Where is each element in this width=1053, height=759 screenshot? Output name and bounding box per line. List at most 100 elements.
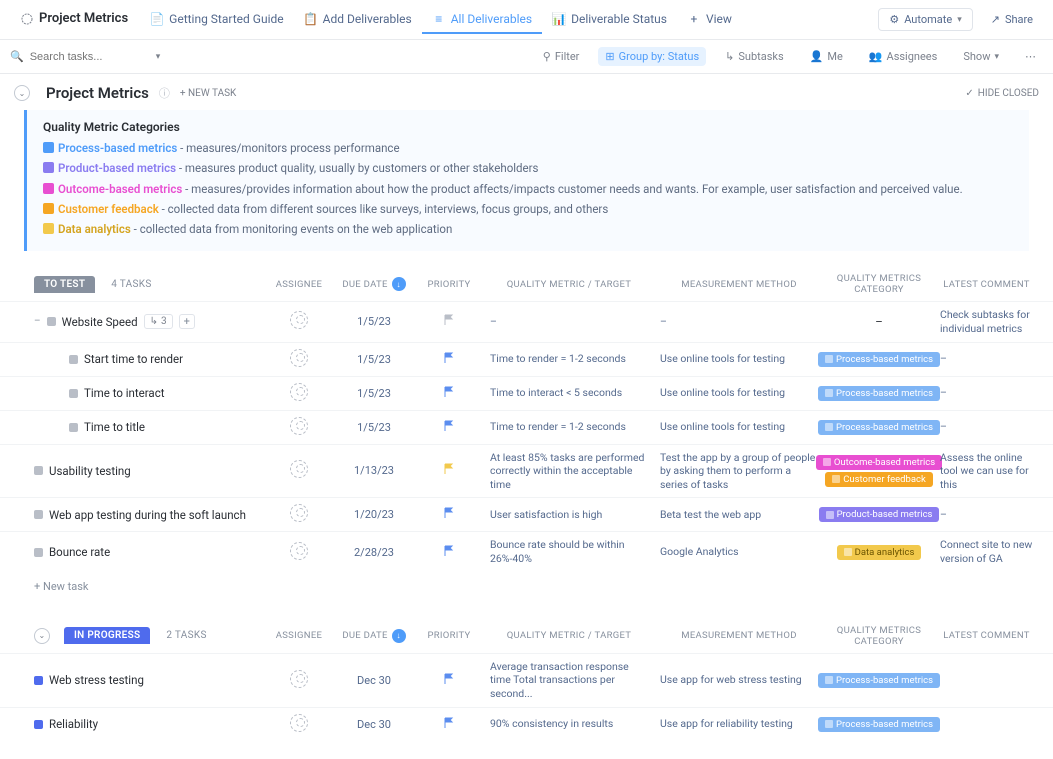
priority-cell[interactable] <box>414 507 484 522</box>
col-category[interactable]: QUALITY METRICS CATEGORY <box>824 625 934 647</box>
status-square-icon[interactable] <box>47 317 56 326</box>
category-cell[interactable]: Process-based metrics <box>824 386 934 401</box>
task-row[interactable]: – Website Speed ↳3+ 1/5/23 – – – Check s… <box>0 301 1053 341</box>
status-square-icon[interactable] <box>34 510 43 519</box>
metric-cell[interactable]: 90% consistency in results <box>484 717 654 731</box>
method-cell[interactable]: Use app for reliability testing <box>654 717 824 731</box>
method-cell[interactable]: Use online tools for testing <box>654 386 824 400</box>
category-tag[interactable]: Outcome-based metrics <box>816 455 942 470</box>
metric-cell[interactable]: User satisfaction is high <box>484 508 654 522</box>
task-row[interactable]: Web stress testing Dec 30 Average transa… <box>0 653 1053 707</box>
view-tab[interactable]: ≡All Deliverables <box>422 6 542 34</box>
view-tab[interactable]: 📄Getting Started Guide <box>140 6 293 34</box>
task-name-cell[interactable]: Web app testing during the soft launch <box>14 508 264 522</box>
status-square-icon[interactable] <box>69 423 78 432</box>
subtasks-button[interactable]: ↳Subtasks <box>718 47 791 66</box>
me-button[interactable]: 👤Me <box>803 47 850 66</box>
category-cell[interactable]: Process-based metrics <box>824 673 934 688</box>
metric-cell[interactable]: Time to render = 1-2 seconds <box>484 352 654 366</box>
task-name-cell[interactable]: Time to interact <box>14 386 264 400</box>
hide-closed-toggle[interactable]: ✓ HIDE CLOSED <box>965 88 1039 99</box>
task-row[interactable]: Time to interact 1/5/23 Time to interact… <box>0 376 1053 410</box>
category-cell[interactable]: Process-based metrics <box>824 717 934 732</box>
priority-cell[interactable] <box>414 545 484 560</box>
add-subtask-button[interactable]: + <box>179 314 195 329</box>
metric-cell[interactable]: Time to render = 1-2 seconds <box>484 420 654 434</box>
due-date-cell[interactable]: 1/5/23 <box>334 353 414 366</box>
due-date-cell[interactable]: 1/5/23 <box>334 387 414 400</box>
priority-cell[interactable] <box>414 717 484 732</box>
col-due[interactable]: DUE DATE↓ <box>334 629 414 643</box>
search-box[interactable]: 🔍 ▾ <box>10 50 536 63</box>
assignee-cell[interactable] <box>264 417 334 438</box>
col-category[interactable]: QUALITY METRICS CATEGORY <box>824 273 934 295</box>
task-name-cell[interactable]: – Website Speed ↳3+ <box>14 314 264 329</box>
priority-cell[interactable] <box>414 314 484 329</box>
assignee-cell[interactable] <box>264 670 334 691</box>
metric-cell[interactable]: Average transaction response time Total … <box>484 660 654 701</box>
task-name-cell[interactable]: Usability testing <box>14 464 264 478</box>
category-tag[interactable]: Data analytics <box>837 545 922 560</box>
category-tag[interactable]: Product-based metrics <box>819 507 940 522</box>
category-tag[interactable]: Process-based metrics <box>818 717 940 732</box>
method-cell[interactable]: – <box>654 315 824 329</box>
due-date-cell[interactable]: 1/5/23 <box>334 315 414 328</box>
groupby-button[interactable]: ⊞Group by: Status <box>598 47 706 66</box>
col-metric[interactable]: QUALITY METRIC / TARGET <box>484 279 654 290</box>
metric-cell[interactable]: – <box>484 315 654 329</box>
category-tag[interactable]: Process-based metrics <box>818 352 940 367</box>
comment-cell[interactable]: – <box>934 386 1039 400</box>
status-square-icon[interactable] <box>34 676 43 685</box>
status-square-icon[interactable] <box>34 548 43 557</box>
priority-cell[interactable] <box>414 673 484 688</box>
comment-cell[interactable]: Assess the online tool we can use for th… <box>934 451 1039 492</box>
project-title-tab[interactable]: Project Metrics <box>10 5 138 34</box>
due-date-cell[interactable]: 1/13/23 <box>334 464 414 477</box>
method-cell[interactable]: Google Analytics <box>654 545 824 559</box>
assignee-cell[interactable] <box>264 349 334 370</box>
priority-cell[interactable] <box>414 352 484 367</box>
task-name-cell[interactable]: Web stress testing <box>14 673 264 687</box>
status-group-header[interactable]: TO TEST 4 TASKS <box>14 276 264 293</box>
task-name-cell[interactable]: Bounce rate <box>14 545 264 559</box>
status-square-icon[interactable] <box>69 389 78 398</box>
due-date-cell[interactable]: Dec 30 <box>334 674 414 687</box>
due-date-cell[interactable]: Dec 30 <box>334 718 414 731</box>
col-assignee[interactable]: ASSIGNEE <box>264 279 334 290</box>
comment-cell[interactable]: – <box>934 420 1039 434</box>
category-tag[interactable]: Customer feedback <box>825 472 933 487</box>
category-cell[interactable]: Process-based metrics <box>824 352 934 367</box>
filter-button[interactable]: ⚲Filter <box>536 47 587 66</box>
task-row[interactable]: Web app testing during the soft launch 1… <box>0 497 1053 531</box>
subtask-count-badge[interactable]: ↳3 <box>144 314 173 329</box>
category-tag[interactable]: Process-based metrics <box>818 386 940 401</box>
assignee-cell[interactable] <box>264 383 334 404</box>
task-name-cell[interactable]: Reliability <box>14 717 264 731</box>
share-button[interactable]: ↗ Share <box>981 9 1043 30</box>
assignee-cell[interactable] <box>264 504 334 525</box>
priority-cell[interactable] <box>414 463 484 478</box>
col-comment[interactable]: LATEST COMMENT <box>934 630 1039 641</box>
status-pill[interactable]: IN PROGRESS <box>64 627 150 644</box>
metric-cell[interactable]: At least 85% tasks are performed correct… <box>484 451 654 492</box>
col-method[interactable]: MEASUREMENT METHOD <box>654 279 824 290</box>
collapse-toggle[interactable]: ⌄ <box>14 85 30 101</box>
category-cell[interactable]: – <box>824 315 934 329</box>
collapse-toggle[interactable]: ⌄ <box>34 628 50 644</box>
col-due[interactable]: DUE DATE↓ <box>334 277 414 291</box>
method-cell[interactable]: Test the app by a group of people by ask… <box>654 451 824 492</box>
priority-cell[interactable] <box>414 420 484 435</box>
assignee-cell[interactable] <box>264 311 334 332</box>
category-tag[interactable]: Process-based metrics <box>818 673 940 688</box>
expand-icon[interactable]: – <box>34 316 41 327</box>
new-task-button[interactable]: + NEW TASK <box>180 88 236 99</box>
col-method[interactable]: MEASUREMENT METHOD <box>654 630 824 641</box>
priority-cell[interactable] <box>414 386 484 401</box>
view-tab[interactable]: 📋Add Deliverables <box>294 6 422 34</box>
metric-cell[interactable]: Bounce rate should be within 26%-40% <box>484 538 654 565</box>
automate-button[interactable]: ⚙ Automate ▾ <box>878 8 972 31</box>
col-priority[interactable]: PRIORITY <box>414 279 484 290</box>
task-row[interactable]: Time to title 1/5/23 Time to render = 1-… <box>0 410 1053 444</box>
chevron-down-icon[interactable]: ▾ <box>156 52 161 62</box>
comment-cell[interactable]: Check subtasks for individual metrics <box>934 308 1039 335</box>
